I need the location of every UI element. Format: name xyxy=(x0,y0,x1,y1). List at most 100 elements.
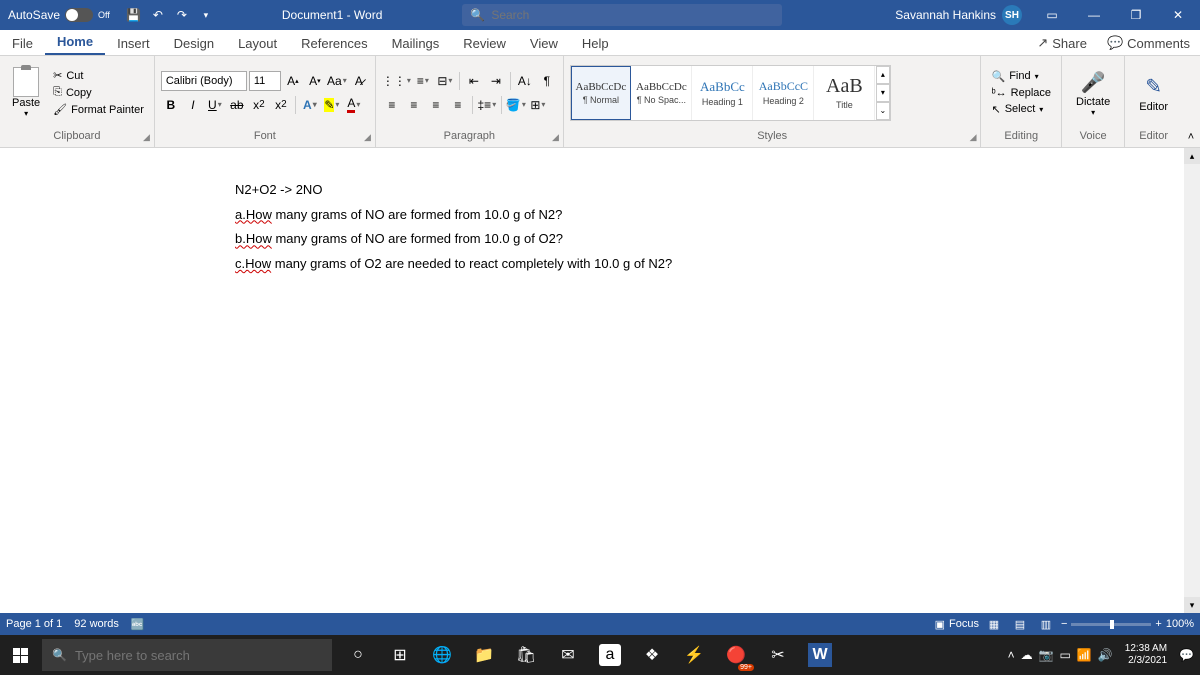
bold-button[interactable]: B xyxy=(161,95,181,115)
tab-layout[interactable]: Layout xyxy=(226,32,289,55)
change-case-button[interactable]: Aa xyxy=(327,71,347,91)
user-account[interactable]: Savannah Hankins SH xyxy=(887,5,1030,25)
tab-view[interactable]: View xyxy=(518,32,570,55)
search-input[interactable] xyxy=(491,8,774,22)
font-color-button[interactable]: A xyxy=(344,95,364,115)
focus-mode[interactable]: Focus xyxy=(949,618,979,630)
explorer-icon[interactable]: 📁 xyxy=(464,635,504,675)
collapse-ribbon[interactable]: ˄ xyxy=(1182,56,1200,147)
bullets-button[interactable]: ⋮⋮ xyxy=(382,71,411,91)
italic-button[interactable]: I xyxy=(183,95,203,115)
undo-button[interactable]: ↶ xyxy=(147,4,169,26)
numbering-button[interactable]: ≡ xyxy=(413,71,433,91)
tab-insert[interactable]: Insert xyxy=(105,32,162,55)
justify-button[interactable]: ≡ xyxy=(448,95,468,115)
text-effects-button[interactable]: A xyxy=(300,95,320,115)
styles-down[interactable]: ▾ xyxy=(876,84,890,102)
paste-button[interactable]: Paste ▾ xyxy=(6,65,46,120)
chrome-icon[interactable]: 🔴 xyxy=(716,635,756,675)
wifi-icon[interactable]: 📶 xyxy=(1077,648,1092,662)
document-area[interactable]: N2+O2 -> 2NOa.How many grams of NO are f… xyxy=(0,148,1200,613)
document-line[interactable]: a.How many grams of NO are formed from 1… xyxy=(235,203,965,228)
scroll-up[interactable]: ▴ xyxy=(1184,148,1200,164)
tab-file[interactable]: File xyxy=(0,32,45,55)
highlight-button[interactable]: ✎ xyxy=(322,95,342,115)
clear-format-button[interactable]: A̷ xyxy=(349,71,369,91)
line-spacing-button[interactable]: ‡≡ xyxy=(477,95,497,115)
notifications-icon[interactable]: 💬 xyxy=(1179,648,1194,662)
meet-now-icon[interactable]: 📷 xyxy=(1039,648,1054,662)
style-normal[interactable]: AaBbCcDc¶ Normal xyxy=(571,66,631,120)
spell-check-icon[interactable]: 🔤 xyxy=(131,618,145,631)
clock[interactable]: 12:38 AM 2/3/2021 xyxy=(1119,643,1173,667)
taskbar-search[interactable]: 🔍 xyxy=(42,639,332,671)
align-center-button[interactable]: ≡ xyxy=(404,95,424,115)
style-no-spacing[interactable]: AaBbCcDc¶ No Spac... xyxy=(632,66,692,120)
toggle-switch[interactable] xyxy=(65,8,93,22)
onedrive-icon[interactable]: ☁ xyxy=(1021,648,1033,662)
page[interactable]: N2+O2 -> 2NOa.How many grams of NO are f… xyxy=(235,148,965,277)
snip-icon[interactable]: ✂ xyxy=(758,635,798,675)
subscript-button[interactable]: x2 xyxy=(249,95,269,115)
vertical-scrollbar[interactable]: ▴ ▾ xyxy=(1184,148,1200,613)
borders-button[interactable]: ⊞ xyxy=(528,95,548,115)
scroll-down[interactable]: ▾ xyxy=(1184,597,1200,613)
shrink-font-button[interactable]: A▾ xyxy=(305,71,325,91)
shading-button[interactable]: 🪣 xyxy=(506,95,526,115)
format-painter-button[interactable]: 🖌Format Painter xyxy=(49,102,148,117)
cortana-icon[interactable]: ○ xyxy=(338,635,378,675)
font-launcher[interactable]: ◢ xyxy=(364,132,371,143)
align-left-button[interactable]: ≡ xyxy=(382,95,402,115)
tab-review[interactable]: Review xyxy=(451,32,518,55)
redo-button[interactable]: ↷ xyxy=(171,4,193,26)
zoom-in[interactable]: + xyxy=(1155,618,1161,630)
decrease-indent-button[interactable]: ⇤ xyxy=(464,71,484,91)
find-button[interactable]: 🔍Find▾ xyxy=(987,69,1055,84)
amazon-icon[interactable]: a xyxy=(599,644,621,666)
word-icon[interactable]: W xyxy=(808,643,832,667)
editor-button[interactable]: ✎ Editor xyxy=(1131,71,1176,115)
dropbox-icon[interactable]: ❖ xyxy=(632,635,672,675)
cut-button[interactable]: ✂Cut xyxy=(49,68,148,83)
ribbon-display-icon[interactable]: ▭ xyxy=(1032,0,1072,30)
tab-design[interactable]: Design xyxy=(162,32,226,55)
paragraph-launcher[interactable]: ◢ xyxy=(552,132,559,143)
save-button[interactable]: 💾 xyxy=(123,4,145,26)
taskbar-search-input[interactable] xyxy=(75,648,322,663)
autosave-toggle[interactable]: AutoSave Off xyxy=(0,8,118,22)
sort-button[interactable]: A↓ xyxy=(515,71,535,91)
font-name-input[interactable] xyxy=(161,71,247,91)
tray-chevron-icon[interactable]: ˄ xyxy=(1008,648,1015,662)
minimize-button[interactable]: — xyxy=(1074,0,1114,30)
zoom-out[interactable]: − xyxy=(1061,618,1067,630)
styles-more[interactable]: ⌄ xyxy=(876,102,890,120)
document-line[interactable]: c.How many grams of O2 are needed to rea… xyxy=(235,252,965,277)
document-line[interactable]: b.How many grams of NO are formed from 1… xyxy=(235,227,965,252)
store-icon[interactable]: 🛍 xyxy=(506,635,546,675)
increase-indent-button[interactable]: ⇥ xyxy=(486,71,506,91)
qat-customize[interactable]: ▾ xyxy=(195,4,217,26)
select-button[interactable]: ↖Select▾ xyxy=(987,102,1055,117)
page-indicator[interactable]: Page 1 of 1 xyxy=(6,618,62,630)
app-icon[interactable]: ⚡ xyxy=(674,635,714,675)
styles-launcher[interactable]: ◢ xyxy=(970,132,977,143)
font-size-input[interactable] xyxy=(249,71,281,91)
word-count[interactable]: 92 words xyxy=(74,618,119,630)
strike-button[interactable]: ab xyxy=(227,95,247,115)
style-heading1[interactable]: AaBbCcHeading 1 xyxy=(693,66,753,120)
web-layout-button[interactable]: ▥ xyxy=(1035,615,1057,633)
start-button[interactable] xyxy=(0,635,40,675)
copy-button[interactable]: ⎘Copy xyxy=(49,85,148,100)
battery-icon[interactable]: ▭ xyxy=(1060,648,1071,662)
style-title[interactable]: AaBTitle xyxy=(815,66,875,120)
replace-button[interactable]: ᵇ↔Replace xyxy=(987,86,1055,100)
multilevel-button[interactable]: ⊟ xyxy=(435,71,455,91)
read-mode-button[interactable]: ▦ xyxy=(983,615,1005,633)
superscript-button[interactable]: x2 xyxy=(271,95,291,115)
search-box[interactable]: 🔍 xyxy=(462,4,782,26)
zoom-level[interactable]: 100% xyxy=(1166,618,1194,630)
tab-mailings[interactable]: Mailings xyxy=(380,32,452,55)
task-view-icon[interactable]: ⊞ xyxy=(380,635,420,675)
close-button[interactable]: ✕ xyxy=(1158,0,1198,30)
show-marks-button[interactable]: ¶ xyxy=(537,71,557,91)
